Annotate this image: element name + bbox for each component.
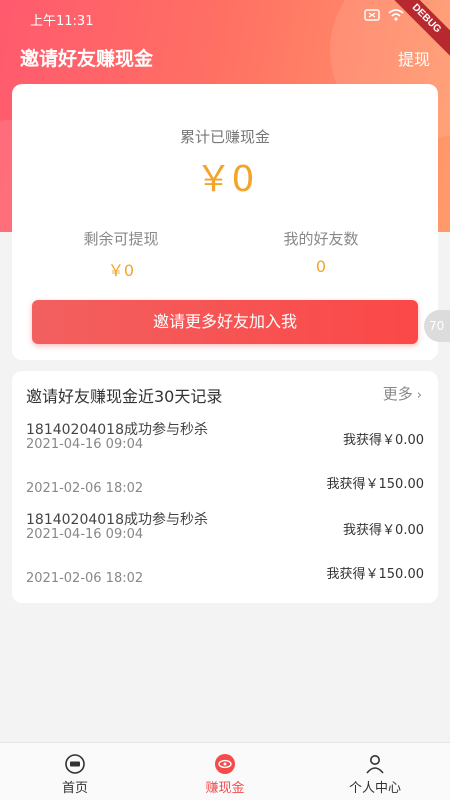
record-row: 2021-02-06 18:02 我获得￥150.00 (12, 553, 438, 599)
tab-profile[interactable]: 个人中心 (300, 743, 450, 800)
eye-coin-icon (215, 754, 235, 774)
sim-icon (364, 9, 380, 21)
person-icon (366, 755, 384, 774)
earnings-summary-card: 累计已赚现金 ￥0 剩余可提现 ￥0 我的好友数 0 邀请更多好友加入我 (12, 84, 438, 360)
remaining-withdrawable-stat: 剩余可提现 ￥0 (26, 228, 216, 281)
total-earned-label: 累计已赚现金 (179, 128, 270, 146)
record-title: 18140204018成功参与秒杀 (26, 512, 208, 528)
record-gain: 我获得￥0.00 (343, 523, 424, 538)
record-row: 18140204018成功参与秒杀 2021-04-16 09:04 我获得￥0… (12, 419, 438, 465)
home-seckill-icon (65, 754, 85, 774)
tab-home[interactable]: 首页 (0, 743, 150, 800)
withdraw-button[interactable]: 提现 (398, 46, 430, 70)
record-date: 2021-02-06 18:02 (26, 481, 144, 496)
records-title: 邀请好友赚现金近30天记录 (26, 387, 223, 406)
record-date: 2021-04-16 09:04 (26, 527, 144, 542)
record-title: 18140204018成功参与秒杀 (26, 422, 208, 438)
chevron-right-icon: › (416, 388, 422, 403)
record-date: 2021-04-16 09:04 (26, 437, 144, 452)
tab-earn-cash-label: 赚现金 (205, 781, 245, 796)
page-title: 邀请好友赚现金 (20, 48, 154, 70)
total-earned-amount: ￥0 (195, 159, 255, 200)
tab-home-label: 首页 (61, 781, 88, 796)
floating-side-tab[interactable]: 70 (424, 310, 450, 342)
record-gain: 我获得￥150.00 (326, 477, 425, 492)
status-bar: 上午11:31 DEBUG (0, 0, 450, 61)
remaining-value: ￥0 (107, 261, 135, 280)
record-gain: 我获得￥150.00 (326, 567, 425, 582)
record-gain: 我获得￥0.00 (343, 433, 424, 448)
invite-more-friends-button[interactable]: 邀请更多好友加入我 (32, 300, 418, 344)
friend-count-stat: 我的好友数 0 (226, 228, 416, 276)
friends-label: 我的好友数 (283, 230, 359, 248)
tab-profile-label: 个人中心 (348, 781, 401, 796)
record-row: 18140204018成功参与秒杀 2021-04-16 09:04 我获得￥0… (12, 509, 438, 555)
more-records-link[interactable]: 更多 › (383, 383, 422, 404)
wifi-icon (388, 9, 404, 21)
status-time: 上午11:31 (30, 14, 94, 29)
friends-value: 0 (315, 257, 327, 276)
records-card: 邀请好友赚现金近30天记录 更多 › 18140204018成功参与秒杀 2021… (12, 371, 438, 603)
tab-earn-cash[interactable]: 赚现金 (150, 743, 300, 800)
record-date: 2021-02-06 18:02 (26, 571, 144, 586)
bottom-tab-bar: 首页 赚现金 个人中心 (0, 742, 450, 800)
more-label: 更多 (382, 385, 413, 403)
record-row: 2021-02-06 18:02 我获得￥150.00 (12, 463, 438, 509)
remaining-label: 剩余可提现 (83, 230, 159, 248)
